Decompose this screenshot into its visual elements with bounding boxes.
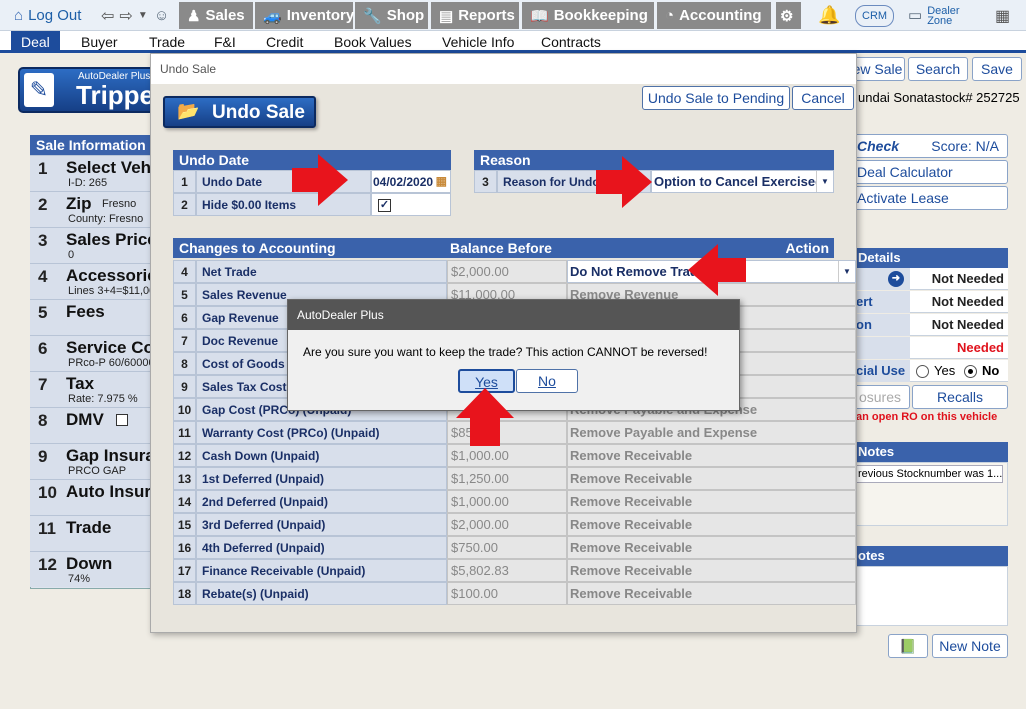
- arrow-reason: [596, 156, 652, 208]
- arrow-yes: [456, 388, 514, 446]
- arrow-undo-date: [292, 154, 348, 206]
- annotation-arrows: [292, 154, 746, 446]
- arrow-net-trade: [688, 244, 746, 296]
